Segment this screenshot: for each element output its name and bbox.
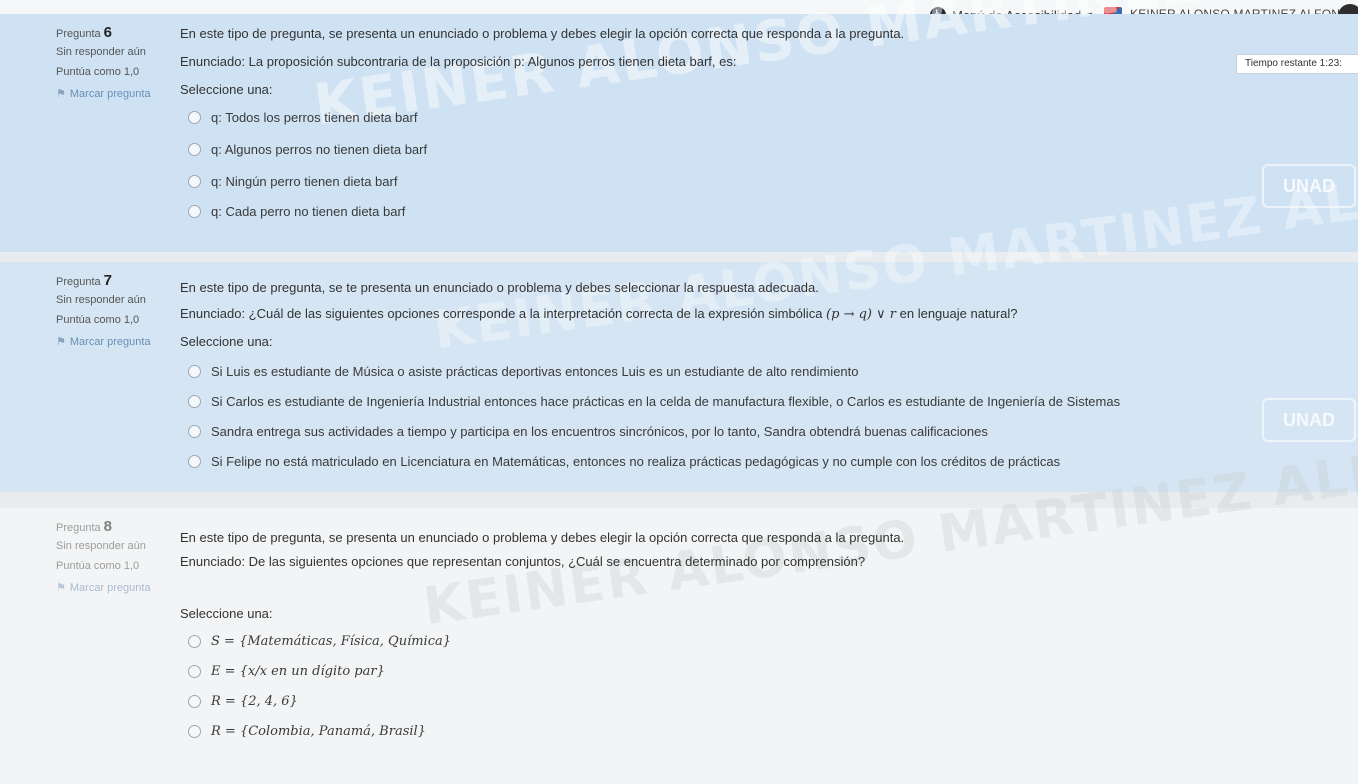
question-number: Pregunta 7 [56,272,112,289]
answer-option[interactable]: q: Ningún perro tienen dieta barf [188,174,397,189]
question-state: Sin responder aún [56,46,146,58]
unad-logo-watermark: UNAD [1262,398,1356,442]
answer-option[interactable]: q: Cada perro no tienen dieta barf [188,204,405,219]
answer-option[interactable]: Si Carlos es estudiante de Ingeniería In… [188,394,1120,409]
radio-button[interactable] [188,175,201,188]
answer-option[interactable]: R = {Colombia, Panamá, Brasil} [188,724,426,739]
radio-button[interactable] [188,365,201,378]
radio-button[interactable] [188,635,201,648]
radio-button[interactable] [188,455,201,468]
radio-button[interactable] [188,695,201,708]
radio-button[interactable] [188,665,201,678]
watermark: KEINER ALONSO MARTINEZ ALFONSO [310,0,1358,139]
flag-icon: ⚑ [56,88,66,100]
question-number: Pregunta 8 [56,518,112,535]
flag-question-link[interactable]: ⚑ Marcar pregunta [56,581,151,594]
question-info: Pregunta 8 Sin responder aún Puntúa como … [0,508,158,784]
question-mark: Puntúa como 1,0 [56,314,140,326]
question-state: Sin responder aún [56,294,146,306]
radio-button[interactable] [188,111,201,124]
question-info: Pregunta 7 Sin responder aún Puntúa como … [0,262,158,492]
answer-option[interactable]: Si Felipe no está matriculado en Licenci… [188,454,1060,469]
answer-option[interactable]: E = {x/x en un dígito par} [188,664,385,679]
flag-question-link[interactable]: ⚑ Marcar pregunta [56,335,151,348]
question-8: Pregunta 8 Sin responder aún Puntúa como … [0,418,1358,784]
radio-button[interactable] [188,425,201,438]
question-6: Pregunta 6 Sin responder aún Puntúa como … [0,0,1358,252]
question-intro: En este tipo de pregunta, se presenta un… [180,530,905,545]
radio-button[interactable] [188,725,201,738]
answer-option[interactable]: S = {Matemáticas, Física, Química} [188,634,451,649]
question-mark: Puntúa como 1,0 [56,66,140,78]
question-number: Pregunta 6 [56,24,112,41]
flag-icon: ⚑ [56,336,66,348]
answer-option[interactable]: R = {2, 4, 6} [188,694,298,709]
math-expression: (p → q) ∨ r [826,307,896,322]
question-statement: Enunciado: La proposición subcontraria d… [180,54,737,69]
unad-logo-watermark: UNAD [1262,164,1356,208]
flag-icon: ⚑ [56,582,66,594]
answer-option[interactable]: q: Todos los perros tienen dieta barf [188,110,417,125]
answer-option[interactable]: q: Algunos perros no tienen dieta barf [188,142,427,157]
select-prompt: Seleccione una: [180,334,273,349]
question-info: Pregunta 6 Sin responder aún Puntúa como … [0,14,158,252]
time-remaining: Tiempo restante 1:23: [1236,54,1358,74]
radio-button[interactable] [188,395,201,408]
flag-question-link[interactable]: ⚑ Marcar pregunta [56,87,151,100]
radio-button[interactable] [188,205,201,218]
question-intro: En este tipo de pregunta, se te presenta… [180,280,819,295]
radio-button[interactable] [188,143,201,156]
question-statement: Enunciado: ¿Cuál de las siguientes opcio… [180,306,1018,322]
answer-option[interactable]: Si Luis es estudiante de Música o asiste… [188,364,859,379]
question-7: Pregunta 7 Sin responder aún Puntúa como … [0,142,1358,492]
question-intro: En este tipo de pregunta, se presenta un… [180,26,905,41]
question-statement: Enunciado: De las siguientes opciones qu… [180,554,866,569]
select-prompt: Seleccione una: [180,82,273,97]
question-mark: Puntúa como 1,0 [56,560,140,572]
question-state: Sin responder aún [56,540,146,552]
answer-option[interactable]: Sandra entrega sus actividades a tiempo … [188,424,988,439]
select-prompt: Seleccione una: [180,606,273,621]
